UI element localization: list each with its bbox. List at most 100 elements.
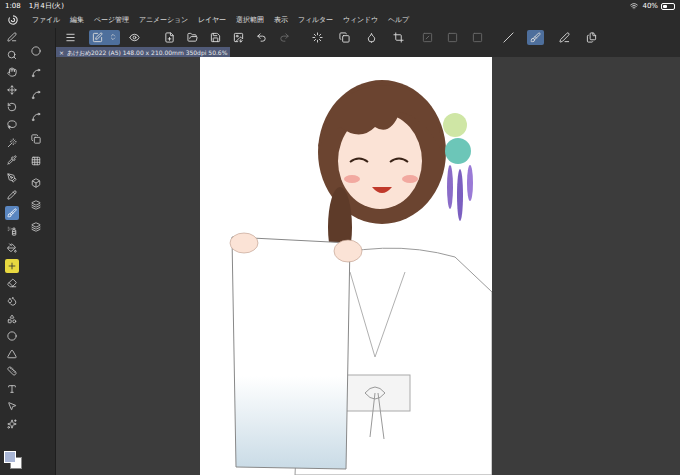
toolbar-button[interactable] [469, 30, 486, 45]
menu-item[interactable]: アニメーション [139, 15, 188, 26]
tool-button[interactable] [5, 188, 19, 202]
tool-icon [7, 32, 17, 42]
sub-tool-button[interactable] [29, 220, 43, 234]
tool-icon [7, 226, 17, 236]
toolbar-button[interactable] [390, 30, 407, 45]
toolbar-button[interactable] [253, 30, 270, 45]
tool-icon [7, 296, 17, 306]
toolbar-button[interactable] [309, 30, 326, 45]
toolbar-button[interactable] [184, 30, 201, 45]
tool-button[interactable] [5, 83, 19, 97]
tool-button[interactable] [5, 347, 19, 361]
toolbar-icon [503, 32, 514, 43]
tool-button[interactable] [5, 259, 19, 273]
tool-button[interactable] [5, 312, 19, 326]
sub-tool-button[interactable] [29, 88, 43, 102]
toolbar-button[interactable] [500, 30, 517, 45]
tab-title: あけおめ2022 (A5) 148.00 x 210.00mm 350dpi 5… [67, 48, 227, 57]
status-date: 1月4日(火) [29, 1, 64, 12]
tool-button[interactable] [5, 100, 19, 114]
tool-icon [7, 85, 17, 95]
sub-tool-button[interactable] [29, 132, 43, 146]
tool-button[interactable] [5, 65, 19, 79]
main-color-swatch[interactable] [4, 451, 16, 463]
sub-tool-button[interactable] [29, 198, 43, 212]
toolbar-button[interactable] [363, 30, 380, 45]
toolbar-icon [393, 32, 404, 43]
tool-button[interactable] [5, 382, 19, 396]
tool-button[interactable] [5, 30, 19, 44]
canvas-tab[interactable]: ×あけおめ2022 (A5) 148.00 x 210.00mm 350dpi … [56, 47, 230, 57]
toolbar-button[interactable] [276, 30, 293, 45]
tool-button[interactable] [5, 364, 19, 378]
menu-item[interactable]: ファイル [32, 15, 60, 26]
tool-button[interactable] [5, 276, 19, 290]
toolbar-icon [92, 32, 103, 43]
canvas[interactable] [200, 57, 492, 475]
toolbar-button[interactable] [89, 30, 120, 45]
tab-bar: ×あけおめ2022 (A5) 148.00 x 210.00mm 350dpi … [56, 46, 680, 57]
sub-tool-button[interactable] [29, 44, 43, 58]
tool-button[interactable] [5, 118, 19, 132]
toolbar-icon [256, 32, 267, 43]
toolbar-icon [366, 32, 377, 43]
sub-tool-icon [31, 200, 41, 210]
tool-button[interactable] [5, 171, 19, 185]
sub-tool-button[interactable] [29, 176, 43, 190]
toolbar-button[interactable] [583, 30, 600, 45]
toolbar-button[interactable] [62, 30, 79, 45]
sub-tool-icon [31, 156, 41, 166]
toolbar-button[interactable] [419, 30, 436, 45]
tool-button[interactable] [5, 224, 19, 238]
tool-button[interactable] [5, 206, 19, 220]
sub-tool-icon [31, 46, 41, 56]
menu-item[interactable]: 選択範囲 [236, 15, 264, 26]
dropdown-icon [109, 33, 117, 41]
toolbar-button[interactable] [527, 30, 544, 45]
toolbar-button[interactable] [556, 30, 573, 45]
tool-button[interactable] [5, 241, 19, 255]
sub-tool-button[interactable] [29, 154, 43, 168]
sub-tool-button[interactable] [29, 66, 43, 80]
tool-button[interactable] [5, 136, 19, 150]
menu-item[interactable]: ヘルプ [388, 15, 409, 26]
tool-icon [7, 120, 17, 130]
toolbar-icon [279, 32, 290, 43]
sub-tool-button[interactable] [29, 110, 43, 124]
tool-button[interactable] [5, 294, 19, 308]
toolbar-icon [312, 32, 323, 43]
menu-item[interactable]: ウィンドウ [343, 15, 378, 26]
toolbar-button[interactable] [161, 30, 178, 45]
tool-icon [7, 243, 17, 253]
tool-icon [7, 366, 17, 376]
toolbar-button[interactable] [444, 30, 461, 45]
sub-tool-icon [31, 178, 41, 188]
menu-item[interactable]: フィルター [298, 15, 333, 26]
toolbar-icon [530, 32, 541, 43]
menu-item[interactable]: レイヤー [198, 15, 226, 26]
tool-icon [7, 67, 17, 77]
toolbar-button[interactable] [126, 30, 143, 45]
toolbar-icon [129, 32, 140, 43]
tool-icon [7, 384, 17, 394]
toolbar-button[interactable] [230, 30, 247, 45]
tool-button[interactable] [5, 153, 19, 167]
menu-item[interactable]: ページ管理 [94, 15, 129, 26]
tool-button[interactable] [5, 329, 19, 343]
battery-text: 40% [642, 1, 658, 12]
menu-item[interactable]: 表示 [274, 15, 288, 26]
menu-item[interactable]: 編集 [70, 15, 84, 26]
app-logo-icon[interactable] [8, 15, 18, 25]
menu-bar: ファイル編集ページ管理アニメーションレイヤー選択範囲表示フィルターウィンドウヘル… [0, 12, 680, 28]
illustration [200, 57, 492, 475]
sub-tool-icon [31, 222, 41, 232]
tool-button[interactable] [5, 417, 19, 431]
tab-close-button[interactable]: × [59, 48, 64, 57]
tool-button[interactable] [5, 399, 19, 413]
toolbar-icon [559, 32, 570, 43]
toolbar-button[interactable] [207, 30, 224, 45]
battery-icon [661, 3, 675, 10]
tool-button[interactable] [5, 48, 19, 62]
toolbar-button[interactable] [336, 30, 353, 45]
sub-tool-icon [31, 112, 41, 122]
